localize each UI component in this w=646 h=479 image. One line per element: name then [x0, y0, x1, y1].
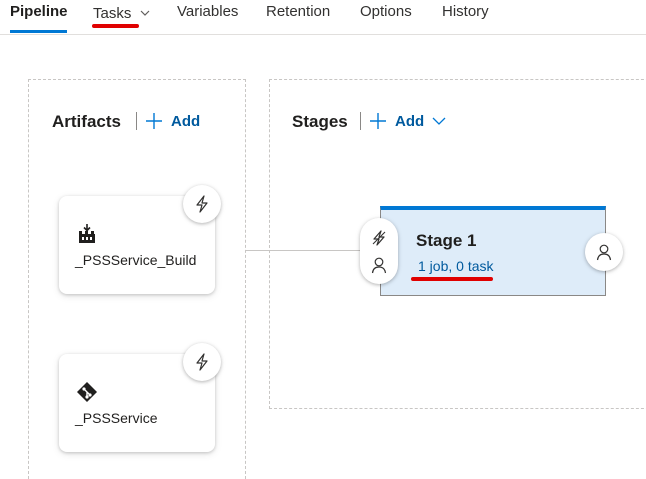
lightning-icon: [196, 195, 208, 213]
tasks-annotation-underline: [92, 24, 139, 28]
tab-tasks-label: Tasks: [93, 5, 132, 22]
chevron-down-icon: [432, 117, 446, 125]
pre-deployment-approvers-button[interactable]: [360, 250, 398, 280]
git-repo-icon: [76, 381, 98, 408]
continuous-deployment-trigger-button[interactable]: [183, 185, 221, 223]
stages-title: Stages: [292, 112, 348, 131]
active-tab-indicator: [10, 30, 67, 33]
person-icon: [371, 257, 387, 274]
tab-variables[interactable]: Variables: [177, 3, 238, 20]
tab-pipeline[interactable]: Pipeline: [10, 3, 68, 20]
post-deployment-approvers-button[interactable]: [585, 233, 623, 271]
build-artifact-icon: [76, 223, 98, 250]
lightning-icon: [196, 353, 208, 371]
add-stage-button[interactable]: Add: [360, 112, 446, 130]
artifact-name: _PSSService_Build: [75, 252, 197, 268]
person-icon: [596, 244, 612, 261]
stage-card[interactable]: [380, 206, 606, 296]
separator: [360, 112, 361, 130]
add-artifact-label: Add: [171, 112, 201, 130]
tab-retention[interactable]: Retention: [266, 3, 330, 20]
artifacts-title: Artifacts: [52, 112, 121, 131]
tab-history[interactable]: History: [442, 3, 489, 20]
chevron-down-icon: [140, 3, 150, 20]
separator: [136, 112, 137, 130]
artifact-name: _PSSService: [75, 410, 158, 426]
stage-link-annotation-underline: [411, 277, 493, 281]
pre-deployment-conditions: [360, 218, 398, 284]
stage-name: Stage 1: [416, 231, 477, 250]
continuous-deployment-trigger-button[interactable]: [183, 343, 221, 381]
plus-icon: [146, 113, 162, 129]
pre-deployment-trigger-button[interactable]: [360, 223, 398, 253]
stage-tasks-link[interactable]: 1 job, 0 task: [418, 258, 494, 274]
plus-icon: [370, 113, 386, 129]
lightning-disabled-icon: [372, 230, 386, 246]
tab-tasks[interactable]: Tasks: [93, 3, 150, 22]
tab-bar: Pipeline Tasks Variables Retention Optio…: [0, 0, 646, 35]
add-artifact-button[interactable]: Add: [136, 112, 200, 130]
add-stage-label: Add: [395, 112, 425, 130]
tab-options[interactable]: Options: [360, 3, 412, 20]
